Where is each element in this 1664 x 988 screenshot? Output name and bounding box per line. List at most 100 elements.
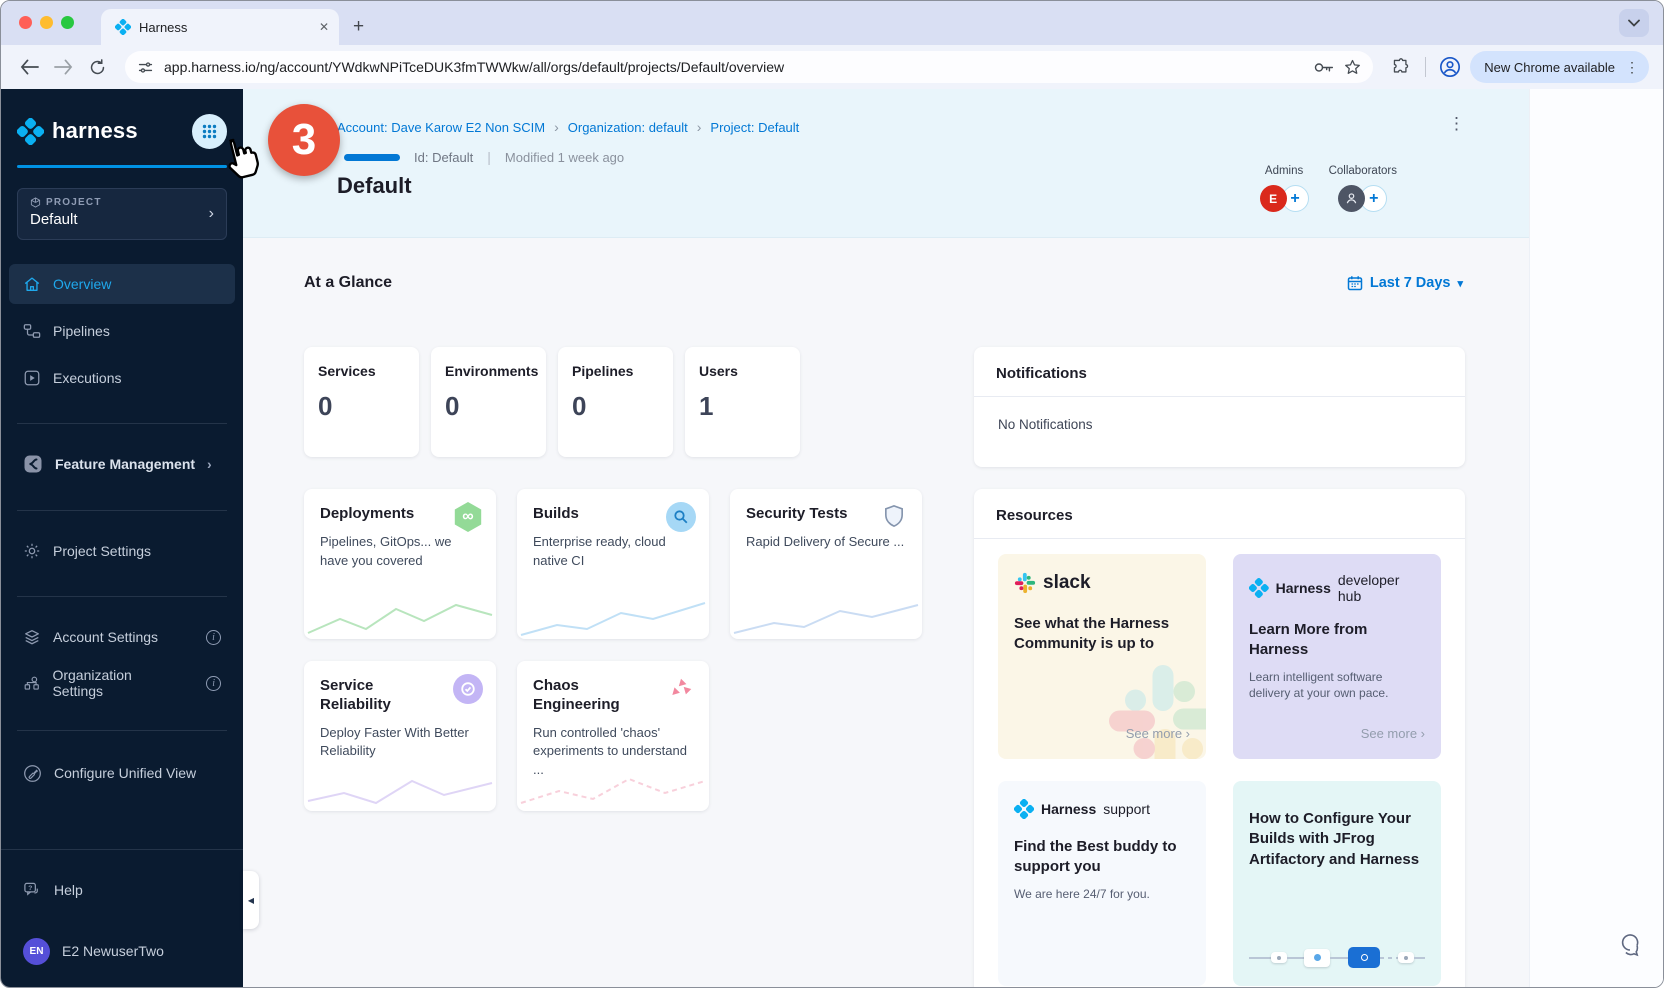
admin-avatar[interactable]: E bbox=[1260, 185, 1287, 212]
sidebar-item-overview[interactable]: Overview bbox=[9, 264, 235, 304]
brand-bold: Harness bbox=[1276, 580, 1331, 596]
app-frame: harness PROJECT Default › bbox=[1, 89, 1663, 988]
resource-card-jfrog[interactable]: How to Configure Your Builds with JFrog … bbox=[1233, 781, 1441, 986]
date-range-selector[interactable]: Last 7 Days ▾ bbox=[1347, 275, 1463, 291]
new-chrome-button[interactable]: New Chrome available ⋮ bbox=[1470, 51, 1649, 83]
chrome-menu-icon[interactable]: ⋮ bbox=[1621, 62, 1643, 72]
module-card-service-reliability[interactable]: Service Reliability Deploy Faster With B… bbox=[304, 661, 496, 811]
main-content: Account: Dave Karow E2 Non SCIM › Organi… bbox=[243, 89, 1663, 988]
admins-group: Admins E + bbox=[1260, 165, 1309, 212]
date-range-label: Last 7 Days bbox=[1370, 275, 1451, 291]
project-selector[interactable]: PROJECT Default › bbox=[17, 188, 227, 240]
stat-label: Environments bbox=[445, 363, 532, 379]
chat-widget-button[interactable] bbox=[1621, 934, 1647, 963]
sidebar-bottom-divider bbox=[1, 849, 243, 850]
executions-icon bbox=[23, 369, 41, 387]
password-key-icon[interactable] bbox=[1314, 61, 1334, 74]
see-more-link[interactable]: See more › bbox=[1126, 726, 1190, 741]
help-chat-icon: ? bbox=[23, 881, 42, 900]
info-icon[interactable]: i bbox=[206, 676, 221, 691]
sidebar-item-configure-unified-view[interactable]: Configure Unified View bbox=[1, 753, 243, 793]
tab-close-icon[interactable]: ✕ bbox=[319, 20, 329, 34]
url-text[interactable]: app.harness.io/ng/account/YWdkwNPiTceDUK… bbox=[164, 59, 1304, 75]
minimize-window-button[interactable] bbox=[40, 16, 53, 29]
new-tab-button[interactable]: + bbox=[353, 16, 364, 38]
breadcrumb-project-link[interactable]: Project: Default bbox=[710, 120, 799, 135]
sidebar-item-help[interactable]: ? Help bbox=[1, 872, 243, 908]
resource-card-developer-hub[interactable]: Harness developer hub Learn More from Ha… bbox=[1233, 554, 1441, 759]
stat-value: 0 bbox=[445, 391, 532, 422]
resources-title: Resources bbox=[974, 489, 1465, 524]
browser-tab[interactable]: Harness ✕ bbox=[101, 9, 339, 45]
notifications-empty-text: No Notifications bbox=[974, 397, 1465, 452]
collaborators-label: Collaborators bbox=[1329, 165, 1397, 177]
sidebar-collapse-handle[interactable]: ◀ bbox=[243, 871, 259, 929]
modified-timestamp: Modified 1 week ago bbox=[505, 150, 624, 165]
sidebar-header: harness bbox=[1, 89, 243, 168]
organization-icon bbox=[23, 674, 40, 692]
chevron-right-icon: › bbox=[207, 456, 212, 472]
harness-logo-icon bbox=[1249, 578, 1269, 598]
pipelines-icon bbox=[23, 322, 41, 340]
layers-icon bbox=[23, 628, 41, 646]
resource-heading: See what the Harness Community is up to bbox=[1014, 614, 1190, 655]
calendar-icon bbox=[1347, 275, 1363, 291]
sidebar-user[interactable]: EN E2 NewuserTwo bbox=[1, 934, 243, 968]
stat-card-users[interactable]: Users 1 bbox=[685, 347, 800, 457]
home-icon bbox=[23, 275, 41, 293]
back-button[interactable] bbox=[15, 53, 43, 81]
sparkline bbox=[304, 599, 496, 639]
resource-heading: Find the Best buddy to support you bbox=[1014, 837, 1190, 878]
harness-logo-icon bbox=[1014, 799, 1034, 819]
sidebar-divider bbox=[17, 730, 227, 731]
zoom-window-button[interactable] bbox=[61, 16, 74, 29]
sparkline bbox=[304, 771, 496, 811]
see-more-link[interactable]: See more › bbox=[1361, 726, 1425, 741]
stat-card-pipelines[interactable]: Pipelines 0 bbox=[558, 347, 673, 457]
slack-brand-name: slack bbox=[1043, 572, 1091, 594]
sidebar-item-project-settings[interactable]: Project Settings bbox=[1, 531, 243, 571]
url-bar[interactable]: app.harness.io/ng/account/YWdkwNPiTceDUK… bbox=[125, 51, 1373, 83]
harness-favicon-icon bbox=[115, 19, 131, 35]
slack-logo-icon bbox=[1014, 572, 1036, 594]
module-card-chaos-engineering[interactable]: Chaos Engineering Run controlled 'chaos'… bbox=[517, 661, 709, 811]
sidebar-divider bbox=[17, 510, 227, 511]
tab-search-button[interactable] bbox=[1619, 9, 1649, 37]
browser-toolbar: app.harness.io/ng/account/YWdkwNPiTceDUK… bbox=[1, 45, 1663, 89]
notifications-panel: Notifications No Notifications bbox=[974, 347, 1465, 467]
breadcrumb-account-link[interactable]: Account: Dave Karow E2 Non SCIM bbox=[337, 120, 545, 135]
module-card-security-tests[interactable]: Security Tests Rapid Delivery of Secure … bbox=[730, 489, 922, 639]
harness-brand[interactable]: harness bbox=[17, 118, 138, 145]
sidebar-item-feature-management[interactable]: Feature Management › bbox=[1, 444, 243, 484]
module-card-deployments[interactable]: Deployments Pipelines, GitOps... we have… bbox=[304, 489, 496, 639]
account-settings-label: Account Settings bbox=[53, 629, 158, 645]
sidebar-item-pipelines[interactable]: Pipelines bbox=[9, 311, 235, 351]
teams: Admins E + Collaborators + bbox=[1260, 165, 1397, 212]
profile-icon[interactable] bbox=[1436, 53, 1464, 81]
nav-label: Executions bbox=[53, 370, 121, 386]
resource-card-slack[interactable]: slack See what the Harness Community is … bbox=[998, 554, 1206, 759]
reload-button[interactable] bbox=[83, 53, 111, 81]
extensions-icon[interactable] bbox=[1387, 53, 1415, 81]
close-window-button[interactable] bbox=[19, 16, 32, 29]
stat-card-environments[interactable]: Environments 0 bbox=[431, 347, 546, 457]
module-card-builds[interactable]: Builds Enterprise ready, cloud native CI bbox=[517, 489, 709, 639]
forward-button[interactable] bbox=[49, 53, 77, 81]
breadcrumb-organization-link[interactable]: Organization: default bbox=[568, 120, 688, 135]
site-info-icon[interactable] bbox=[137, 59, 154, 76]
resource-card-support[interactable]: Harness support Find the Best buddy to s… bbox=[998, 781, 1206, 986]
stat-label: Pipelines bbox=[572, 363, 659, 379]
sidebar-item-account-settings[interactable]: Account Settings i bbox=[1, 619, 243, 655]
project-options-menu[interactable]: ⋮ bbox=[1448, 115, 1465, 132]
collaborator-avatar[interactable] bbox=[1338, 185, 1365, 212]
breadcrumb: Account: Dave Karow E2 Non SCIM › Organi… bbox=[337, 119, 799, 135]
brand-name: harness bbox=[52, 118, 138, 144]
sidebar-item-organization-settings[interactable]: Organization Settings i bbox=[1, 665, 243, 701]
info-icon[interactable]: i bbox=[206, 630, 221, 645]
stat-card-services[interactable]: Services 0 bbox=[304, 347, 419, 457]
bookmark-star-icon[interactable] bbox=[1344, 59, 1361, 76]
person-icon bbox=[1345, 192, 1358, 205]
sidebar-item-executions[interactable]: Executions bbox=[9, 358, 235, 398]
annotation-step-badge: 3 bbox=[268, 104, 340, 176]
stat-value: 0 bbox=[572, 391, 659, 422]
